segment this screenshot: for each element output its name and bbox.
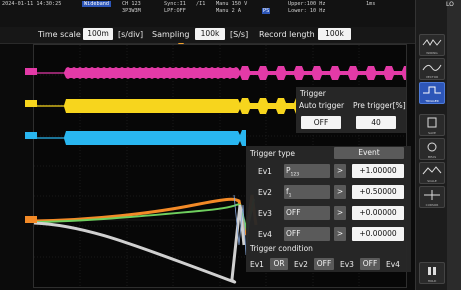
wave2-marker[interactable] [25, 100, 37, 107]
voltage-range: Manu 150 V [216, 1, 248, 7]
sidebar-button-hold[interactable]: HOLD [419, 262, 445, 284]
save-icon [427, 117, 437, 128]
function-sidebar: LO WIRING VECTOR TRIGGER SAVE MEAS SCALE… [415, 0, 461, 290]
datetime: 2024-01-11 14:30:25 [2, 1, 62, 7]
wave1-marker[interactable] [25, 68, 37, 75]
time-scale-unit: [s/div] [118, 30, 144, 39]
wave1-trace [34, 66, 406, 80]
time-scale-label: Time scale [38, 30, 81, 39]
trigger-type-select[interactable]: Event [334, 147, 404, 159]
upper-freq: Upper:100 Hz [288, 1, 326, 7]
condition-ev1-label: Ev1 [250, 260, 264, 269]
trigger-type-panel: Trigger type Event Ev1 P123 > +1.00000 E… [246, 146, 411, 272]
event-label: Ev3 [258, 209, 272, 218]
wave4-marker[interactable] [25, 216, 37, 223]
event-source-select[interactable]: OFF [284, 206, 330, 220]
event-operator-select[interactable]: > [334, 206, 346, 220]
sampling-label: Sampling [152, 30, 190, 39]
condition-op3-select[interactable]: OFF [360, 258, 380, 270]
hold-icon [428, 267, 436, 275]
condition-ev2-label: Ev2 [294, 260, 308, 269]
pre-trigger-label: Pre trigger[%] [353, 101, 406, 110]
sidebar-button-meas[interactable]: MEAS [419, 138, 445, 160]
interval: 1ms [366, 1, 376, 7]
event-source-select[interactable]: P123 [284, 164, 330, 178]
event-operator-select[interactable]: > [334, 164, 346, 178]
analyzer-screen: 2024-01-11 14:30:25 Wideband CH 123 3P3W… [0, 0, 461, 290]
trigger-type-title: Trigger type [250, 149, 296, 158]
condition-ev3-label: Ev3 [340, 260, 354, 269]
event-operator-select[interactable]: > [334, 185, 346, 199]
status-bar: 2024-01-11 14:30:25 Wideband CH 123 3P3W… [0, 0, 415, 27]
sidebar-button-cursor[interactable]: CURSOR [419, 186, 445, 208]
wiring-icon [422, 39, 442, 46]
wave3-marker[interactable] [25, 132, 37, 139]
lpf-label: LPF:OFF [164, 8, 186, 14]
meas-icon [427, 142, 437, 152]
condition-op2-select[interactable]: OFF [314, 258, 334, 270]
auto-trigger-button[interactable]: OFF [301, 116, 341, 129]
event-level-field[interactable]: +0.00000 [352, 206, 404, 220]
wave2-trace [34, 98, 296, 114]
sampling-unit: [S/s] [230, 30, 249, 39]
trigger-condition-title: Trigger condition [250, 244, 313, 253]
sidebar-button-save[interactable]: SAVE [419, 114, 445, 136]
event-level-field[interactable]: +0.00000 [352, 227, 404, 241]
current-range: Manu 2 A [216, 8, 241, 14]
mode-badge: Wideband [82, 1, 111, 7]
condition-op1-select[interactable]: OR [270, 258, 288, 270]
event-label: Ev2 [258, 188, 272, 197]
sidebar-strip [447, 0, 461, 290]
pre-trigger-field[interactable]: 40 [356, 116, 396, 129]
cursor-icon [424, 190, 440, 200]
sidebar-button-scale[interactable]: SCALE [419, 162, 445, 184]
trigger-panel-title: Trigger [300, 89, 326, 98]
event-source-select[interactable]: OFF [284, 227, 330, 241]
auto-trigger-label: Auto trigger [299, 101, 345, 110]
record-length-label: Record length [259, 30, 315, 39]
event-level-field[interactable]: +0.50000 [352, 185, 404, 199]
sidebar-top-text: LO [446, 1, 454, 8]
time-scale-field[interactable]: 100m [83, 28, 113, 40]
channel-label: CH 123 [122, 1, 141, 7]
event-operator-select[interactable]: > [334, 227, 346, 241]
sidebar-button-vector[interactable]: VECTOR [419, 58, 445, 80]
vector-icon [422, 64, 442, 71]
lower-freq: Lower: 10 Hz [288, 8, 326, 14]
sidebar-button-wiring[interactable]: WIRING [419, 34, 445, 56]
wave3-trace [34, 130, 246, 146]
event-level-field[interactable]: +1.00000 [352, 164, 404, 178]
trigger-icon [423, 86, 441, 94]
sidebar-button-trigger[interactable]: TRIGGER [419, 82, 445, 104]
acquisition-toolbar: Time scale 100m [s/div] Sampling 100k [S… [0, 27, 415, 44]
record-length-field[interactable]: 100k [318, 28, 351, 40]
condition-ev4-label: Ev4 [386, 260, 400, 269]
event-source-select[interactable]: f1 [284, 185, 330, 199]
channel-mode: 3P3W3M [122, 8, 141, 14]
scale-icon [422, 166, 442, 175]
sync-page: /I1 [196, 1, 206, 7]
event-label: Ev1 [258, 167, 272, 176]
trigger-panel: Trigger Auto trigger Pre trigger[%] OFF … [296, 87, 406, 133]
event-label: Ev4 [258, 230, 272, 239]
sampling-field[interactable]: 100k [195, 28, 225, 40]
sync-label: Sync:I1 [164, 1, 186, 7]
ps-badge: PS [262, 8, 271, 14]
